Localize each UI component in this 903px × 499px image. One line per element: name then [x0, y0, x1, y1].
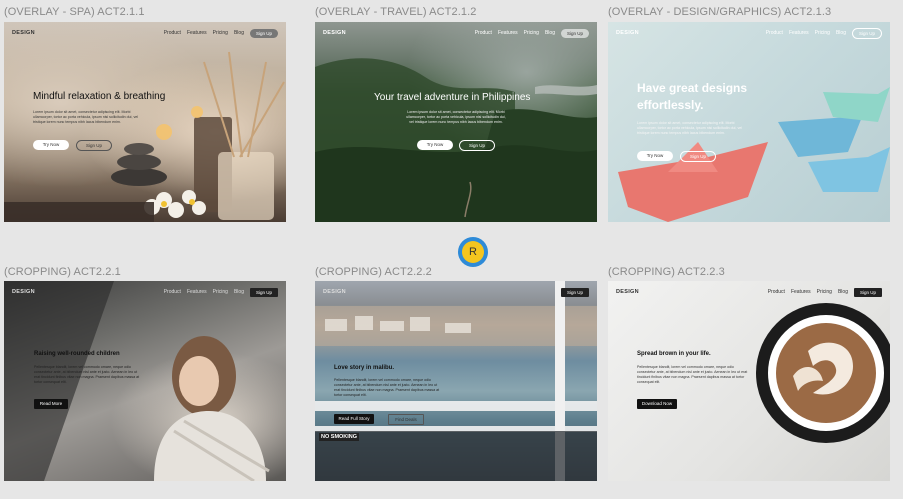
try-now-button[interactable]: Try Now	[417, 140, 453, 150]
nav-link-blog[interactable]: Blog	[545, 30, 555, 36]
nav-signup-button[interactable]: Sign Up	[560, 287, 589, 297]
frame-children[interactable]: DESIGN Product Features Pricing Blog Sig…	[4, 281, 286, 481]
sign-up-button[interactable]: Sign Up	[459, 140, 495, 151]
top-nav: DESIGN Product Features Pricing Blog Sig…	[608, 281, 890, 303]
nav-link-pricing[interactable]: Pricing	[817, 289, 832, 295]
sign-up-button[interactable]: Sign Up	[76, 140, 112, 151]
nav-link-pricing[interactable]: Pricing	[815, 30, 830, 36]
try-now-button[interactable]: Try Now	[33, 140, 69, 150]
frame-beach[interactable]: DESIGN Sign Up Love story in malibu. Pel…	[315, 281, 597, 481]
frame-label[interactable]: (OVERLAY - SPA) ACT2.1.1	[4, 6, 145, 18]
download-now-button[interactable]: Download Now	[637, 399, 677, 409]
frame-label[interactable]: (CROPPING) ACT2.2.3	[608, 266, 725, 278]
no-smoking-sign: NO SMOKING	[319, 433, 360, 441]
frame-label[interactable]: (OVERLAY - DESIGN/GRAPHICS) ACT2.1.3	[608, 6, 831, 18]
top-nav: DESIGN Product Features Pricing Blog Sig…	[4, 22, 286, 44]
nav-link-pricing[interactable]: Pricing	[213, 30, 228, 36]
nav-signup-button[interactable]: Sign Up	[249, 287, 278, 297]
logo[interactable]: DESIGN	[616, 30, 639, 36]
nav-link-blog[interactable]: Blog	[234, 30, 244, 36]
top-nav: DESIGN Sign Up	[315, 281, 597, 303]
nav-link-features[interactable]: Features	[498, 30, 518, 36]
nav-link-product[interactable]: Product	[475, 30, 492, 36]
avatar-initial: R	[462, 241, 484, 263]
nav-link-features[interactable]: Features	[187, 30, 207, 36]
hero-body: Lorem ipsum dolor sit amet, consectetur …	[637, 121, 743, 135]
hero-title: Your travel adventure in Philippines	[374, 92, 531, 103]
frame-label[interactable]: (CROPPING) ACT2.2.2	[315, 266, 432, 278]
logo[interactable]: DESIGN	[12, 30, 35, 36]
user-avatar-badge[interactable]: R	[458, 237, 488, 267]
read-full-story-button[interactable]: Read Full Story	[334, 414, 374, 424]
nav-link-blog[interactable]: Blog	[234, 289, 244, 295]
hero-body: Pellentesque blandit, lorem vel commodo …	[34, 365, 140, 384]
nav-link-features[interactable]: Features	[187, 289, 207, 295]
hero-title: Have great designs effortlessly.	[637, 81, 748, 112]
nav-signup-button[interactable]: Sign Up	[560, 28, 589, 38]
nav-link-features[interactable]: Features	[791, 289, 811, 295]
try-now-button[interactable]: Try Now	[637, 151, 673, 161]
nav-link-blog[interactable]: Blog	[836, 30, 846, 36]
nav-link-pricing[interactable]: Pricing	[524, 30, 539, 36]
nav-link-product[interactable]: Product	[164, 289, 181, 295]
frame-label[interactable]: (CROPPING) ACT2.2.1	[4, 266, 121, 278]
frame-spa[interactable]: DESIGN Product Features Pricing Blog Sig…	[4, 22, 286, 222]
top-nav: DESIGN Product Features Pricing Blog Sig…	[608, 22, 890, 44]
nav-signup-button[interactable]: Sign Up	[249, 28, 278, 38]
hero-title: Raising well-rounded children	[34, 351, 120, 357]
hero-title: Mindful relaxation & breathing	[33, 91, 166, 102]
top-nav: DESIGN Product Features Pricing Blog Sig…	[4, 281, 286, 303]
logo[interactable]: DESIGN	[616, 289, 639, 295]
logo[interactable]: DESIGN	[323, 30, 346, 36]
nav-link-blog[interactable]: Blog	[838, 289, 848, 295]
hero-title: Love story in malibu.	[334, 365, 395, 371]
find-deals-button[interactable]: Find Deals	[388, 414, 424, 425]
hero-body: Pellentesque blandit, lorem vel commodo …	[334, 378, 440, 397]
nav-link-features[interactable]: Features	[789, 30, 809, 36]
logo[interactable]: DESIGN	[12, 289, 35, 295]
nav-link-product[interactable]: Product	[768, 289, 785, 295]
nav-link-product[interactable]: Product	[164, 30, 181, 36]
nav-link-pricing[interactable]: Pricing	[213, 289, 228, 295]
hero-body: Lorem ipsum dolor sit amet, consectetur …	[33, 110, 139, 124]
hero-body: Lorem ipsum dolor sit amet, consectetur …	[406, 110, 506, 124]
nav-signup-button[interactable]: Sign Up	[851, 27, 882, 39]
frame-travel[interactable]: DESIGN Product Features Pricing Blog Sig…	[315, 22, 597, 222]
frame-label[interactable]: (OVERLAY - TRAVEL) ACT2.1.2	[315, 6, 476, 18]
nav-signup-button[interactable]: Sign Up	[853, 287, 882, 297]
read-more-button[interactable]: Read More	[34, 399, 68, 409]
logo[interactable]: DESIGN	[323, 289, 346, 295]
hero-title: Spread brown in your life.	[637, 351, 711, 357]
frame-design[interactable]: DESIGN Product Features Pricing Blog Sig…	[608, 22, 890, 222]
top-nav: DESIGN Product Features Pricing Blog Sig…	[315, 22, 597, 44]
sign-up-button[interactable]: Sign Up	[680, 151, 716, 162]
nav-link-product[interactable]: Product	[766, 30, 783, 36]
hero-body: Pellentesque blandit, lorem vel commodo …	[637, 365, 748, 384]
frame-coffee[interactable]: DESIGN Product Features Pricing Blog Sig…	[608, 281, 890, 481]
